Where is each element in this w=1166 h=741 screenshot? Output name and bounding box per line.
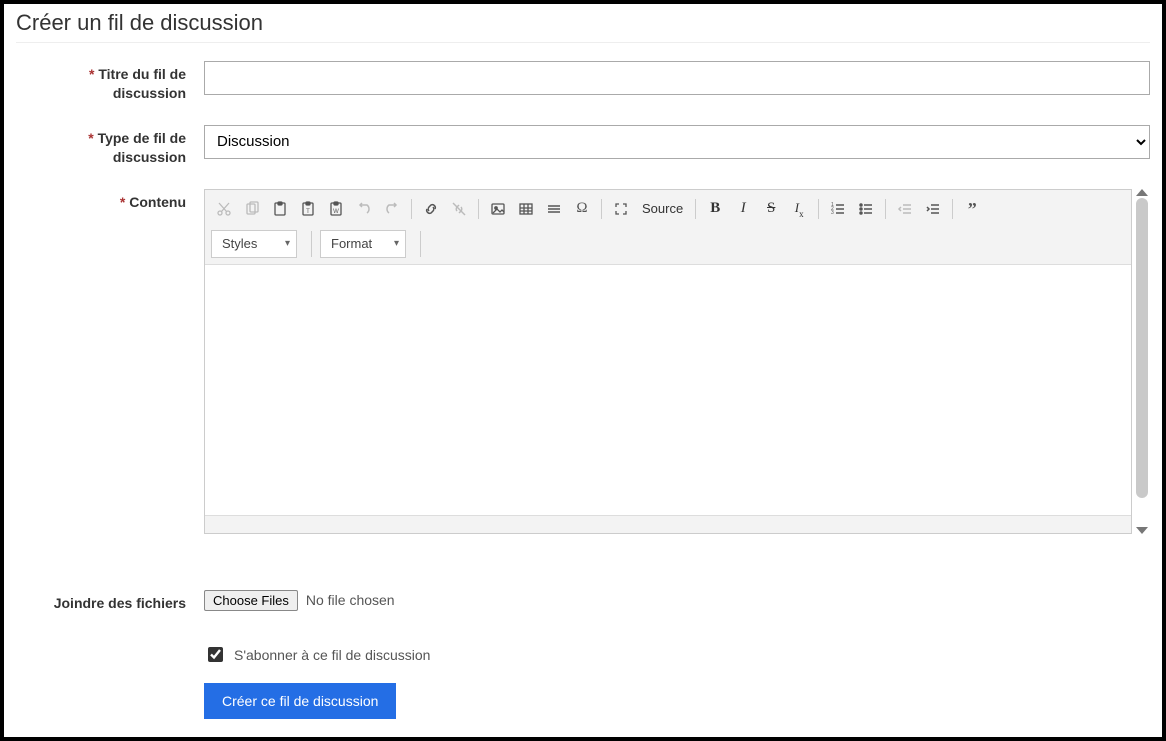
editor-footer bbox=[205, 515, 1131, 533]
form-container: Créer un fil de discussion * Titre du fi… bbox=[0, 0, 1166, 741]
scroll-up-icon[interactable] bbox=[1136, 189, 1148, 196]
blockquote-icon[interactable]: ” bbox=[959, 196, 985, 222]
styles-dropdown[interactable]: Styles ▾ bbox=[211, 230, 297, 258]
row-subscribe: S'abonner à ce fil de discussion bbox=[16, 644, 1150, 665]
svg-text:W: W bbox=[333, 209, 339, 215]
editor-scrollbar[interactable] bbox=[1134, 189, 1150, 534]
toolbar-separator bbox=[420, 231, 421, 257]
thread-type-select[interactable]: Discussion bbox=[204, 125, 1150, 159]
toolbar-separator bbox=[311, 231, 312, 257]
strike-icon[interactable]: S bbox=[758, 196, 784, 222]
styles-label: Styles bbox=[222, 236, 257, 251]
paste-icon[interactable] bbox=[267, 196, 293, 222]
thread-title-input[interactable] bbox=[204, 61, 1150, 95]
page-title: Créer un fil de discussion bbox=[16, 10, 1150, 43]
toolbar-separator bbox=[952, 199, 953, 219]
label-thread-type: * Type de fil de discussion bbox=[16, 125, 204, 167]
remove-format-icon[interactable]: Ix bbox=[786, 196, 812, 222]
maximize-icon[interactable] bbox=[608, 196, 634, 222]
subscribe-checkbox[interactable] bbox=[208, 647, 223, 662]
link-icon[interactable] bbox=[418, 196, 444, 222]
format-label: Format bbox=[331, 236, 372, 251]
editor-body[interactable] bbox=[205, 265, 1131, 515]
rich-text-editor: T W bbox=[204, 189, 1132, 534]
create-thread-button[interactable]: Créer ce fil de discussion bbox=[204, 683, 396, 719]
file-status-text: No file chosen bbox=[306, 592, 395, 608]
cut-icon[interactable] bbox=[211, 196, 237, 222]
image-icon[interactable] bbox=[485, 196, 511, 222]
copy-icon[interactable] bbox=[239, 196, 265, 222]
choose-files-button[interactable]: Choose Files bbox=[204, 590, 298, 611]
row-thread-title: * Titre du fil de discussion bbox=[16, 61, 1150, 103]
label-content: * Contenu bbox=[16, 189, 204, 212]
toolbar-separator bbox=[601, 199, 602, 219]
label-thread-type-text: Type de fil de discussion bbox=[98, 130, 186, 165]
scroll-thumb[interactable] bbox=[1136, 198, 1148, 499]
bold-icon[interactable]: B bbox=[702, 196, 728, 222]
bullet-list-icon[interactable] bbox=[853, 196, 879, 222]
toolbar-separator bbox=[695, 199, 696, 219]
svg-text:T: T bbox=[306, 209, 310, 215]
indent-icon[interactable] bbox=[920, 196, 946, 222]
subscribe-checkbox-label[interactable]: S'abonner à ce fil de discussion bbox=[204, 644, 1150, 665]
toolbar-row-2: Styles ▾ Format ▾ bbox=[211, 224, 1125, 260]
table-icon[interactable] bbox=[513, 196, 539, 222]
paste-text-icon[interactable]: T bbox=[295, 196, 321, 222]
toolbar-separator bbox=[885, 199, 886, 219]
row-thread-type: * Type de fil de discussion Discussion bbox=[16, 125, 1150, 167]
scroll-down-icon[interactable] bbox=[1136, 527, 1148, 534]
unlink-icon[interactable] bbox=[446, 196, 472, 222]
label-attach-files: Joindre des fichiers bbox=[16, 590, 204, 613]
format-dropdown[interactable]: Format ▾ bbox=[320, 230, 406, 258]
label-thread-title: * Titre du fil de discussion bbox=[16, 61, 204, 103]
required-mark: * bbox=[88, 130, 93, 146]
outdent-icon[interactable] bbox=[892, 196, 918, 222]
required-mark: * bbox=[89, 66, 94, 82]
toolbar-separator bbox=[818, 199, 819, 219]
row-attach-files: Joindre des fichiers Choose Files No fil… bbox=[16, 590, 1150, 613]
label-content-text: Contenu bbox=[129, 194, 186, 210]
row-content: * Contenu bbox=[16, 189, 1150, 534]
toolbar-separator bbox=[411, 199, 412, 219]
scroll-track[interactable] bbox=[1136, 198, 1148, 525]
undo-icon[interactable] bbox=[351, 196, 377, 222]
paste-word-icon[interactable]: W bbox=[323, 196, 349, 222]
toolbar-row-1: T W bbox=[211, 194, 1125, 224]
toolbar-separator bbox=[478, 199, 479, 219]
redo-icon[interactable] bbox=[379, 196, 405, 222]
horizontal-rule-icon[interactable] bbox=[541, 196, 567, 222]
subscribe-label-text: S'abonner à ce fil de discussion bbox=[234, 647, 430, 663]
source-button[interactable]: Source bbox=[636, 196, 689, 222]
special-char-icon[interactable]: Ω bbox=[569, 196, 595, 222]
svg-text:3: 3 bbox=[831, 210, 834, 216]
label-thread-title-text: Titre du fil de discussion bbox=[98, 66, 186, 101]
chevron-down-icon: ▾ bbox=[285, 238, 290, 249]
numbered-list-icon[interactable]: 123 bbox=[825, 196, 851, 222]
source-label: Source bbox=[642, 201, 683, 216]
required-mark: * bbox=[120, 194, 125, 210]
chevron-down-icon: ▾ bbox=[394, 238, 399, 249]
editor-toolbar: T W bbox=[205, 190, 1131, 265]
editor-wrap: T W bbox=[204, 189, 1150, 534]
italic-icon[interactable]: I bbox=[730, 196, 756, 222]
row-submit: Créer ce fil de discussion bbox=[16, 683, 1150, 719]
